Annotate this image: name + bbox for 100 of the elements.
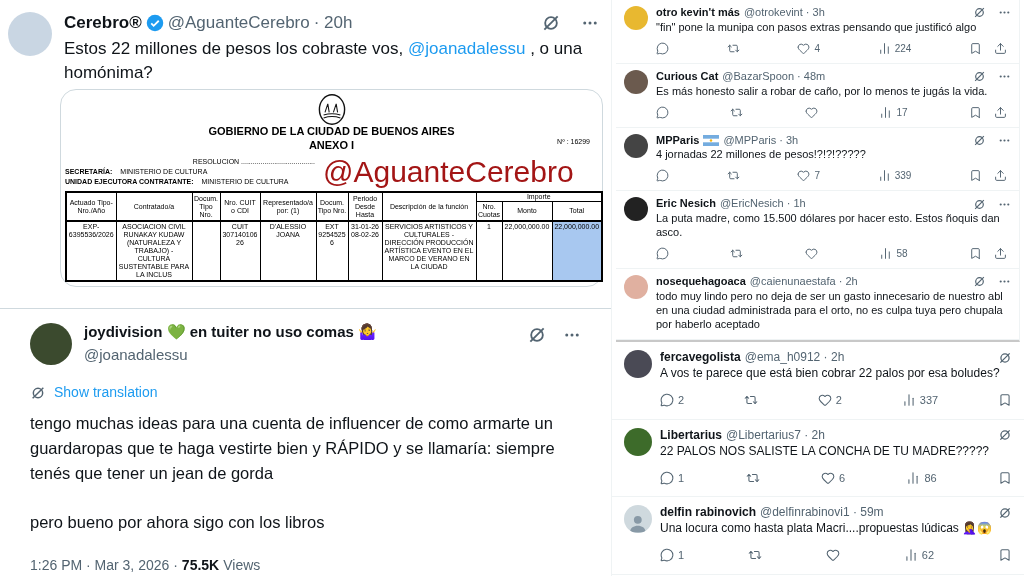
views-icon (879, 105, 893, 119)
reply-author-name[interactable]: otro kevin't más (656, 6, 740, 20)
avatar[interactable] (624, 427, 652, 456)
share-icon (994, 41, 1007, 55)
bookmark-icon (969, 247, 982, 260)
translate-icon[interactable] (30, 384, 46, 401)
bookmark-icon (969, 169, 982, 183)
tweet-timestamp[interactable]: 1:26 PM · Mar 3, 2026 · (30, 555, 178, 576)
translate-icon[interactable] (973, 275, 986, 289)
like-button[interactable]: 7 (797, 168, 820, 184)
views-icon (879, 247, 893, 260)
share-icon (994, 169, 1007, 183)
reply-icon (660, 548, 674, 563)
reply-handle[interactable]: @caienunaestafa · 2h (749, 275, 858, 289)
reply-author-name[interactable]: delfin rabinovich (660, 505, 756, 520)
reply-handle[interactable]: @MPParis · 3h (723, 133, 799, 148)
views-icon (877, 41, 891, 55)
views-icon (901, 393, 916, 408)
avatar[interactable] (624, 197, 648, 222)
reply-handle[interactable]: @ema_h0912 · 2h (744, 350, 845, 365)
author-handle[interactable]: @AguanteCerebro (167, 12, 310, 34)
author-name[interactable]: joydivision 💚 en tuiter no uso comas 🤷‍♀ (84, 321, 515, 344)
reply-author-name[interactable]: Libertarius (660, 427, 722, 443)
like-button[interactable]: 2 (817, 392, 842, 409)
author-name[interactable]: Cerebro® (64, 12, 142, 34)
translate-icon[interactable] (998, 428, 1012, 442)
translate-icon[interactable] (998, 505, 1012, 520)
tweet-text: tengo muchas ideas para una cuenta de influencer de como armarte un guardaropas que te haga vestirte bien y RÁPIDO y se llamaría: siempre tenés que tener un jean de gorda (30, 413, 556, 484)
reply-text: 4 jornadas 22 millones de pesos!?!?!????? (656, 147, 867, 162)
avatar[interactable] (624, 133, 648, 158)
share-button[interactable] (994, 169, 1007, 183)
like-button[interactable]: 4 (797, 40, 820, 56)
reply-text: "fin" pone la munipa con pasos extras pensando que justificó algo (656, 19, 978, 34)
reply-text: La puta madre, como 15.500 dólares por hacer esto. Estos ñoquis dan asco. (656, 211, 1001, 239)
reply-text: todo muy lindo pero no deja de ser un gasto innecesario de nuestro abl en una ciudad administrada para el orto, no es culpa tuya pero chupala por haberlo aceptado (656, 288, 1004, 331)
reply-author-name[interactable]: Curious Cat (656, 69, 719, 84)
author-handle[interactable]: @joanadalessu (84, 343, 515, 366)
share-button[interactable] (994, 105, 1007, 119)
bookmark-button[interactable] (998, 548, 1012, 563)
reply-button[interactable] (656, 247, 669, 260)
bookmark-button[interactable] (969, 41, 982, 55)
bookmark-button[interactable] (969, 105, 982, 119)
like-icon (820, 470, 835, 485)
like-button[interactable] (825, 548, 840, 563)
tweet-text: Estos 22 millones de pesos los cobraste vos, @joanadalessu , o una homónima? (64, 38, 584, 85)
reply-icon (660, 393, 674, 408)
translate-icon[interactable] (998, 350, 1012, 365)
bookmark-button[interactable] (998, 393, 1012, 408)
views-button[interactable]: 337 (901, 392, 939, 409)
views-icon (903, 548, 918, 563)
translate-icon[interactable] (973, 6, 986, 20)
translate-icon[interactable] (527, 325, 547, 345)
reply-button[interactable]: 1 (660, 547, 685, 564)
reply-author-name[interactable]: Eric Nesich (656, 197, 716, 211)
reply-text: 22 PALOS NOS SALISTE LA CONCHA DE TU MADRE????? (660, 442, 990, 460)
repost-button[interactable] (730, 247, 744, 260)
like-icon (825, 548, 840, 563)
reply-handle[interactable]: @EricNesich · 1h (719, 197, 806, 211)
avatar[interactable] (624, 350, 652, 378)
avatar[interactable] (30, 322, 72, 365)
bookmark-icon (998, 470, 1012, 485)
views-button[interactable]: 62 (903, 547, 935, 564)
reply-button[interactable]: 2 (660, 392, 685, 409)
reply-button[interactable] (656, 41, 669, 55)
views-button[interactable]: 224 (877, 40, 912, 56)
reply-button[interactable]: 1 (660, 469, 685, 486)
share-button[interactable] (994, 41, 1007, 55)
bookmark-button[interactable] (969, 247, 982, 260)
bookmark-button[interactable] (998, 470, 1012, 485)
reply-handle[interactable]: @Libertarius7 · 2h (726, 427, 825, 443)
like-button[interactable]: 6 (820, 469, 845, 486)
reply-author-name[interactable]: nosequehagoaca (656, 275, 746, 289)
views-label: Views (223, 556, 261, 575)
avatar[interactable] (624, 69, 648, 94)
tweet-time[interactable]: · 20h (313, 12, 353, 34)
reply-text: Una locura como hasta plata Macri....propuestas lúdicas 🤦‍♀😱 (660, 520, 994, 537)
default-avatar[interactable] (624, 505, 652, 533)
reply-text: Es más honesto salir a robar de caño, por lo menos te jugás la vida. (656, 83, 989, 98)
reply-handle[interactable]: @otrokevint · 3h (743, 6, 825, 20)
like-button[interactable] (804, 105, 818, 119)
reply-button[interactable] (656, 105, 669, 119)
views-button[interactable]: 17 (879, 104, 908, 120)
reply-icon (656, 247, 669, 260)
translate-icon[interactable] (973, 133, 986, 147)
reply-author-name[interactable]: fercavegolista (660, 350, 741, 365)
views-button[interactable]: 86 (906, 469, 937, 486)
watermark-text: @AguanteCerebro (323, 157, 574, 187)
views-icon (877, 169, 891, 183)
views-button[interactable]: 58 (879, 246, 908, 261)
reply-button[interactable] (656, 169, 669, 183)
reply-handle[interactable]: @delfinrabinovi1 · 59m (760, 505, 884, 520)
document-subtitle: ANEXO I (308, 139, 355, 153)
bookmark-button[interactable] (969, 169, 982, 183)
reply-handle[interactable]: @BazarSpoon · 48m (722, 69, 826, 84)
reply-author-name[interactable]: MPParis (656, 133, 700, 148)
translate-icon[interactable] (973, 70, 986, 84)
views-button[interactable]: 339 (877, 168, 912, 184)
translate-icon[interactable] (973, 197, 986, 211)
like-button[interactable] (804, 247, 818, 260)
share-button[interactable] (994, 247, 1007, 260)
